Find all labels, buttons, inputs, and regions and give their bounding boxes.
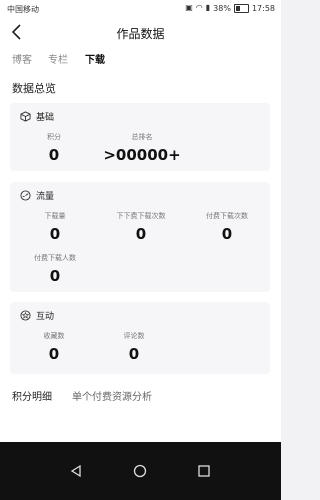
recent-square-icon[interactable] <box>197 464 211 478</box>
status-icons: ▣ ◠ ▮ 38% 17:58 <box>185 3 275 13</box>
battery-percent: 38% <box>213 3 231 13</box>
overview-title: 数据总览 <box>12 82 56 95</box>
nfc-icon: ▣ <box>185 3 193 12</box>
points-detail-link[interactable]: 积分明细 <box>12 388 52 403</box>
cube-icon <box>20 111 31 122</box>
home-circle-icon[interactable] <box>133 464 147 478</box>
metric-value: 0 <box>48 345 60 363</box>
basic-card-header: 基础 <box>20 110 54 123</box>
metric-favorites: 收藏数 0 <box>32 331 76 363</box>
metric-label: 总排名 <box>131 133 153 141</box>
wifi-icon: ◠ <box>195 3 203 12</box>
signal-icon: ▮ <box>205 3 211 12</box>
system-navigation-bar <box>0 442 281 500</box>
metric-points: 积分 0 <box>32 132 76 164</box>
navigation-bar: 作品数据 <box>0 18 281 46</box>
interaction-card-title: 互动 <box>36 312 55 322</box>
metric-value: >00000+ <box>103 146 181 164</box>
traffic-card-title: 流量 <box>36 192 55 202</box>
metric-value: 0 <box>49 267 61 285</box>
paid-resource-analysis-link[interactable]: 单个付费资源分析 <box>72 388 152 403</box>
page-title: 作品数据 <box>116 27 165 41</box>
status-bar: 中国移动 ▣ ◠ ▮ 38% 17:58 <box>0 0 281 18</box>
tab-download[interactable]: 下载 <box>85 51 105 66</box>
metric-free-downloads: 下下费下载次数 0 <box>104 211 178 243</box>
metric-label: 付费下载次数 <box>206 212 248 220</box>
star-badge-icon <box>20 310 31 321</box>
battery-icon <box>233 3 249 13</box>
tab-column[interactable]: 专栏 <box>48 51 68 66</box>
metric-label: 评论数 <box>123 332 145 340</box>
metric-label: 积分 <box>47 133 61 141</box>
metric-downloads: 下载量 0 <box>30 211 80 243</box>
metric-comments: 评论数 0 <box>112 331 156 363</box>
interaction-card: 互动 收藏数 0 评论数 0 <box>10 302 270 374</box>
metric-value: 0 <box>49 225 61 243</box>
metric-value: 0 <box>48 146 60 164</box>
traffic-card: 流量 下载量 0 下下费下载次数 0 付费下载次数 0 付费下载人数 0 <box>10 182 270 292</box>
metric-value: 0 <box>221 225 233 243</box>
metric-label: 下下费下载次数 <box>116 212 166 220</box>
detail-links: 积分明细 单个付费资源分析 <box>12 388 152 403</box>
metric-total-rank: 总排名 >00000+ <box>102 132 182 164</box>
metric-value: 0 <box>128 345 140 363</box>
metric-label: 下载量 <box>44 212 66 220</box>
traffic-card-header: 流量 <box>20 189 54 202</box>
metric-paid-downloaders: 付费下载人数 0 <box>22 253 88 285</box>
interaction-card-header: 互动 <box>20 309 54 322</box>
speedometer-icon <box>20 190 31 201</box>
tab-blog[interactable]: 博客 <box>12 51 32 66</box>
carrier-label: 中国移动 <box>7 5 39 14</box>
metric-label: 收藏数 <box>43 332 65 340</box>
main-content: 数据总览 基础 积分 0 总排名 >00000+ 流量 下载量 0 下下费下载次… <box>0 70 281 442</box>
basic-card: 基础 积分 0 总排名 >00000+ <box>10 103 270 171</box>
back-triangle-icon[interactable] <box>69 464 83 478</box>
metric-label: 付费下载人数 <box>34 254 76 262</box>
metric-paid-downloads: 付费下载次数 0 <box>194 211 260 243</box>
tab-bar: 博客 专栏 下载 <box>0 46 281 70</box>
metric-value: 0 <box>135 225 147 243</box>
basic-card-title: 基础 <box>36 113 55 123</box>
clock: 17:58 <box>251 3 275 13</box>
